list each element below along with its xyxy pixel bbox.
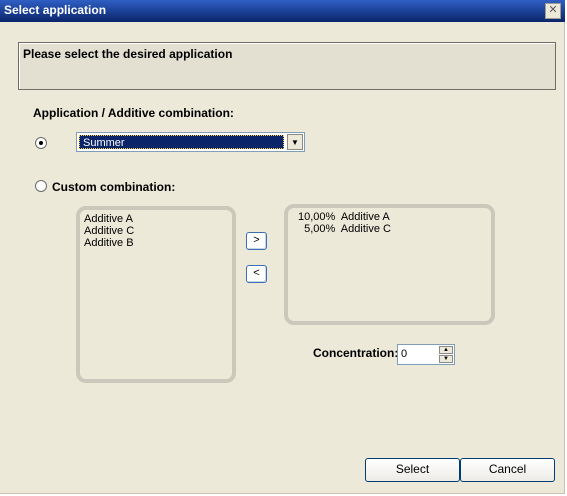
arrow-left-icon: < — [253, 267, 260, 279]
chevron-down-icon[interactable]: ▼ — [287, 134, 303, 150]
concentration-value[interactable]: 0 — [401, 348, 407, 360]
custom-combination-radio[interactable] — [35, 180, 47, 192]
application-combination-radio[interactable] — [35, 137, 47, 149]
select-button[interactable]: Select — [365, 458, 460, 482]
cancel-button[interactable]: Cancel — [460, 458, 555, 482]
concentration-spin-buttons: ▲ ▼ — [439, 346, 453, 363]
list-item[interactable]: Additive A — [84, 213, 228, 225]
application-combination-label: Application / Additive combination: — [33, 106, 234, 120]
window-title: Select application — [4, 3, 107, 17]
close-icon: ✕ — [548, 4, 558, 16]
add-additive-button[interactable]: > — [246, 232, 267, 250]
selected-additives-list[interactable]: 10,00% Additive A 5,00% Additive C — [284, 204, 495, 325]
close-button[interactable]: ✕ — [545, 3, 561, 19]
selected-additives-items: 10,00% Additive A 5,00% Additive C — [298, 211, 487, 318]
select-application-dialog: Select application ✕ Please select the d… — [0, 0, 565, 494]
application-dropdown-value: Summer — [79, 135, 284, 149]
list-item[interactable]: Additive C — [84, 225, 228, 237]
available-additives-items: Additive A Additive C Additive B — [84, 213, 228, 376]
arrow-right-icon: > — [253, 234, 260, 246]
concentration-label: Concentration: — [313, 346, 399, 360]
spin-up-icon[interactable]: ▲ — [439, 346, 453, 354]
instruction-text: Please select the desired application — [23, 47, 233, 61]
spin-down-icon[interactable]: ▼ — [439, 355, 453, 363]
remove-additive-button[interactable]: < — [246, 265, 267, 283]
application-dropdown[interactable]: Summer ▼ — [76, 132, 305, 152]
custom-combination-label: Custom combination: — [52, 180, 176, 194]
instruction-panel: Please select the desired application — [18, 42, 556, 90]
list-item[interactable]: 10,00% Additive A — [298, 211, 487, 223]
list-item[interactable]: 5,00% Additive C — [298, 223, 487, 235]
concentration-stepper[interactable]: 0 ▲ ▼ — [397, 344, 455, 365]
list-item[interactable]: Additive B — [84, 237, 228, 249]
title-bar[interactable]: Select application ✕ — [0, 0, 565, 22]
available-additives-list[interactable]: Additive A Additive C Additive B — [76, 206, 236, 383]
